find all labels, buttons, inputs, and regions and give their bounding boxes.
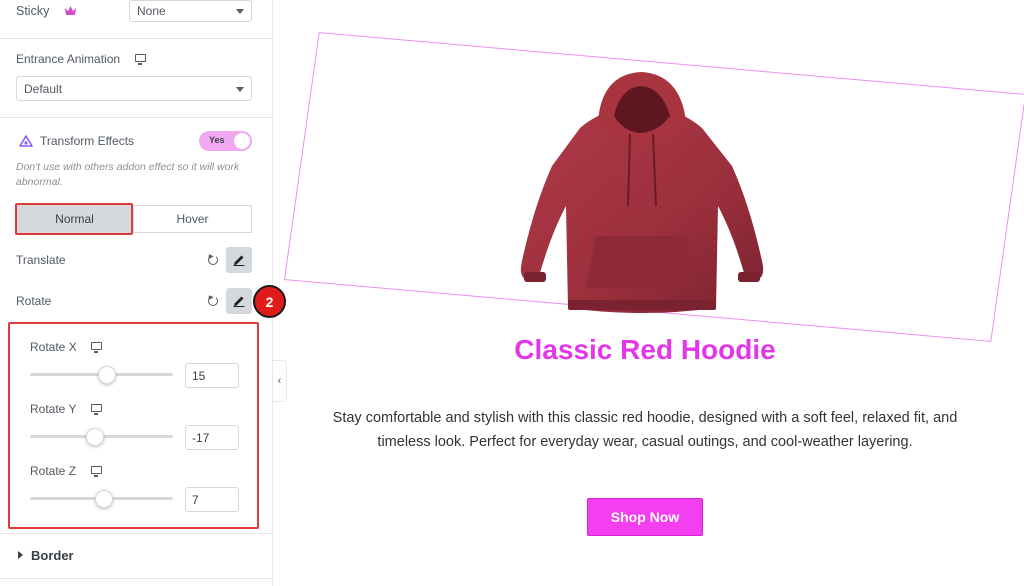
rotate-x-slider-handle[interactable]: [98, 366, 116, 384]
divider: [0, 578, 273, 579]
monitor-icon[interactable]: [91, 342, 102, 353]
entrance-animation-label: Entrance Animation: [16, 52, 121, 66]
panel-collapse-button[interactable]: ‹: [273, 360, 287, 402]
transform-effects-note: Don't use with others addon effect so it…: [16, 161, 240, 188]
product-title: Classic Red Hoodie: [514, 334, 776, 365]
caret-down-icon: [236, 9, 244, 14]
translate-label: Translate: [16, 253, 66, 267]
monitor-icon[interactable]: [135, 54, 146, 65]
monitor-icon[interactable]: [91, 404, 102, 415]
rotate-y-label: Rotate Y: [30, 402, 77, 416]
rotate-edit-button[interactable]: [226, 288, 252, 314]
transform-effects-toggle[interactable]: Yes: [199, 131, 252, 151]
entrance-animation-value: Default: [24, 81, 63, 96]
reset-icon[interactable]: [208, 255, 218, 265]
rotate-z-input[interactable]: 7: [185, 487, 239, 512]
description-line: timeless look. Perfect for everyday wear…: [377, 434, 913, 450]
translate-edit-button[interactable]: [226, 247, 252, 273]
rotate-x-label: Rotate X: [30, 340, 77, 354]
step-badge: 2: [253, 285, 286, 318]
rotate-x-input[interactable]: 15: [185, 363, 239, 388]
border-section-header[interactable]: Border: [0, 534, 273, 576]
product-description: Stay comfortable and stylish with this c…: [290, 406, 1000, 454]
description-line: Stay comfortable and stylish with this c…: [332, 410, 958, 426]
divider: [0, 38, 273, 39]
rotate-z-label: Rotate Z: [30, 464, 77, 478]
monitor-icon[interactable]: [91, 466, 102, 477]
rotate-label: Rotate: [16, 294, 52, 308]
toggle-label: Yes: [209, 135, 225, 145]
crown-icon: [65, 6, 76, 15]
rotate-z-slider-handle[interactable]: [95, 490, 113, 508]
rotate-y-slider-handle[interactable]: [86, 428, 104, 446]
border-section-label: Border: [31, 548, 74, 563]
sticky-label: Sticky: [16, 4, 50, 18]
sticky-select-value: None: [137, 4, 166, 18]
editor-panel: Sticky None Entrance Animation Default T…: [0, 0, 286, 586]
toggle-knob: [234, 133, 250, 149]
transform-effects-icon: [19, 135, 33, 147]
transform-effects-label: Transform Effects: [40, 134, 135, 148]
tab-hover[interactable]: Hover: [133, 205, 252, 233]
reset-icon[interactable]: [208, 296, 218, 306]
caret-down-icon: [236, 86, 244, 92]
pencil-icon: [233, 255, 245, 266]
normal-tab-highlight: [15, 203, 133, 235]
pencil-icon: [233, 296, 245, 307]
divider: [0, 117, 273, 118]
caret-right-icon: [18, 551, 23, 559]
shop-now-button[interactable]: Shop Now: [587, 498, 703, 536]
rotate-y-input[interactable]: -17: [185, 425, 239, 450]
hoodie-image: [520, 72, 764, 313]
sticky-select[interactable]: None: [129, 0, 252, 22]
chevron-left-icon: ‹: [277, 375, 282, 387]
entrance-animation-select[interactable]: Default: [16, 76, 252, 101]
